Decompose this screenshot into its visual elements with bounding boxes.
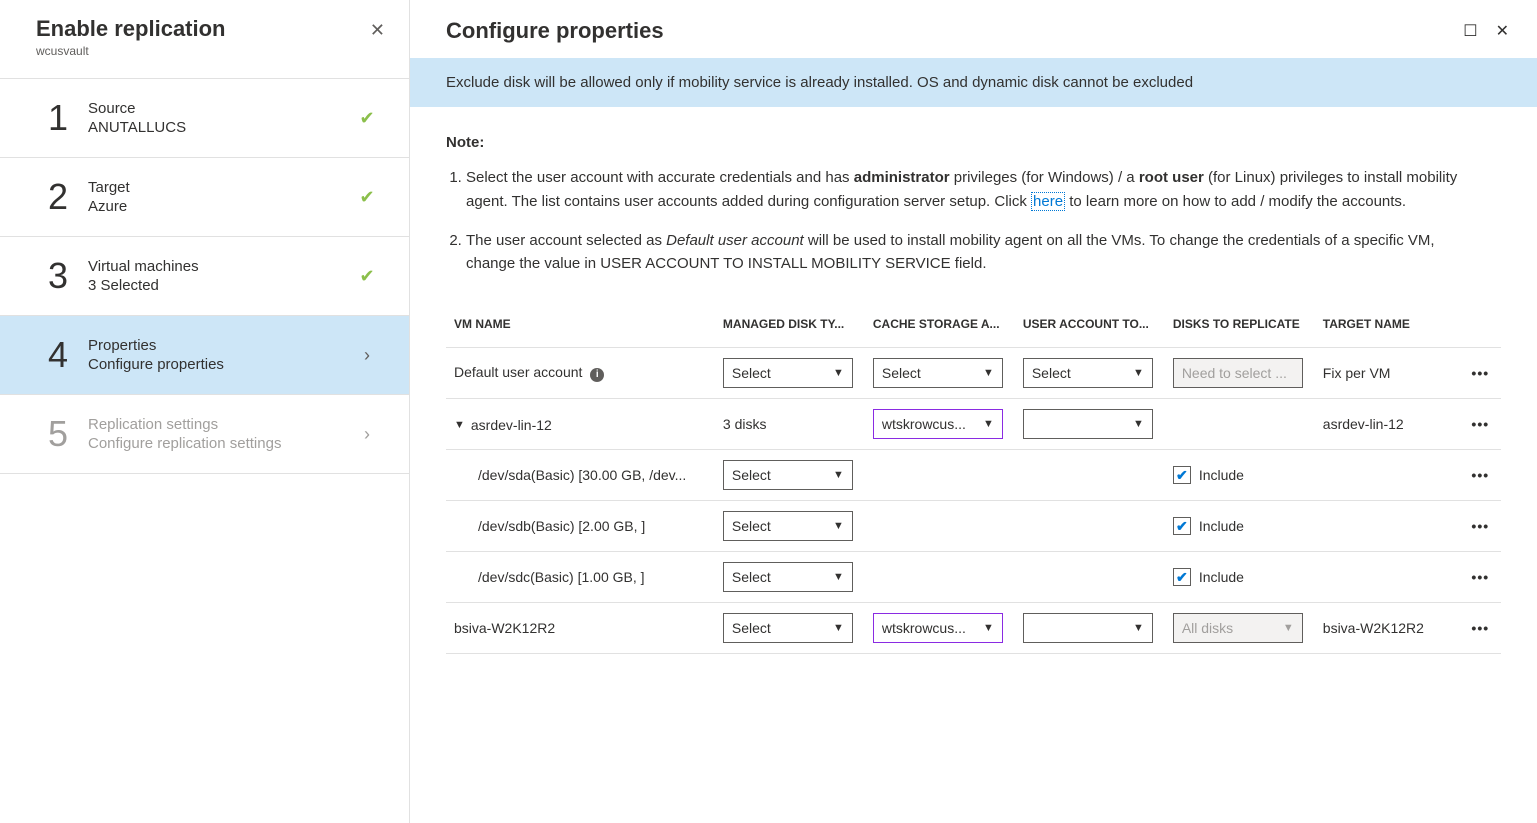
chevron-down-icon: ▼ (1133, 622, 1144, 634)
col-managed-disk-type[interactable]: MANAGED DISK TY... (715, 301, 865, 348)
sdb-include-checkbox[interactable]: ✔Include (1173, 517, 1244, 535)
sdb-managed-disk-select[interactable]: Select▼ (723, 511, 853, 541)
row-disk-sdc: /dev/sdc(Basic) [1.00 GB, ] Select▼ ✔Inc… (446, 552, 1501, 603)
check-icon: ✔ (353, 108, 381, 129)
row-more-button[interactable]: ••• (1460, 501, 1501, 552)
check-icon: ✔ (353, 266, 381, 287)
note-title: Note: (446, 131, 1481, 154)
step-target[interactable]: 2 Target Azure ✔ (0, 157, 409, 236)
chevron-down-icon: ▼ (983, 622, 994, 634)
row-default-user-account: Default user account i Select▼ Select▼ S… (446, 348, 1501, 399)
chevron-right-icon: › (353, 345, 381, 366)
chevron-down-icon: ▼ (833, 367, 844, 379)
properties-table: VM NAME MANAGED DISK TY... CACHE STORAGE… (446, 301, 1501, 654)
col-vm-name[interactable]: VM NAME (446, 301, 715, 348)
col-cache-storage[interactable]: CACHE STORAGE A... (865, 301, 1015, 348)
vm2-cache-select[interactable]: wtskrowcus...▼ (873, 613, 1003, 643)
page-title: Configure properties (446, 18, 664, 44)
row-disk-sdb: /dev/sdb(Basic) [2.00 GB, ] Select▼ ✔Inc… (446, 501, 1501, 552)
step-properties[interactable]: 4 Properties Configure properties › (0, 315, 409, 394)
chevron-down-icon: ▼ (1133, 418, 1144, 430)
wizard-title: Enable replication (36, 16, 226, 42)
chevron-down-icon: ▼ (833, 622, 844, 634)
chevron-down-icon: ▼ (833, 571, 844, 583)
row-more-button[interactable]: ••• (1460, 552, 1501, 603)
vm2-user-account-select[interactable]: ▼ (1023, 613, 1153, 643)
expand-toggle[interactable]: ▼asrdev-lin-12 (454, 417, 552, 433)
sda-managed-disk-select[interactable]: Select▼ (723, 460, 853, 490)
close-icon[interactable]: ✕ (366, 16, 389, 45)
note-block: Note: Select the user account with accur… (410, 107, 1537, 291)
col-target-name[interactable]: TARGET NAME (1315, 301, 1460, 348)
info-banner: Exclude disk will be allowed only if mob… (410, 58, 1537, 107)
triangle-down-icon: ▼ (454, 419, 465, 431)
sdc-managed-disk-select[interactable]: Select▼ (723, 562, 853, 592)
default-cache-select[interactable]: Select▼ (873, 358, 1003, 388)
close-icon[interactable]: ✕ (1496, 21, 1509, 41)
vm1-user-account-select[interactable]: ▼ (1023, 409, 1153, 439)
default-user-account-select[interactable]: Select▼ (1023, 358, 1153, 388)
learn-more-link[interactable]: here (1031, 192, 1065, 211)
vm2-target: bsiva-W2K12R2 (1315, 603, 1460, 654)
row-vm-asrdev-lin-12: ▼asrdev-lin-12 3 disks wtskrowcus...▼ ▼ … (446, 399, 1501, 450)
vm2-managed-disk-select[interactable]: Select▼ (723, 613, 853, 643)
row-more-button[interactable]: ••• (1460, 348, 1501, 399)
note-item-1: Select the user account with accurate cr… (466, 166, 1481, 213)
vm1-target: asrdev-lin-12 (1315, 399, 1460, 450)
row-disk-sda: /dev/sda(Basic) [30.00 GB, /dev... Selec… (446, 450, 1501, 501)
wizard-subtitle: wcusvault (36, 44, 226, 58)
chevron-down-icon: ▼ (983, 367, 994, 379)
check-icon: ✔ (353, 187, 381, 208)
col-user-account[interactable]: USER ACCOUNT TO... (1015, 301, 1165, 348)
chevron-right-icon: › (353, 424, 381, 445)
chevron-down-icon: ▼ (1133, 367, 1144, 379)
chevron-down-icon: ▼ (1283, 622, 1294, 634)
step-source[interactable]: 1 Source ANUTALLUCS ✔ (0, 78, 409, 157)
wizard-sidebar: Enable replication wcusvault ✕ 1 Source … (0, 0, 410, 823)
vm1-cache-select[interactable]: wtskrowcus...▼ (873, 409, 1003, 439)
row-vm-bsiva-w2k12r2: bsiva-W2K12R2 Select▼ wtskrowcus...▼ ▼ A… (446, 603, 1501, 654)
step-replication-settings[interactable]: 5 Replication settings Configure replica… (0, 394, 409, 474)
sdc-include-checkbox[interactable]: ✔Include (1173, 568, 1244, 586)
chevron-down-icon: ▼ (983, 418, 994, 430)
maximize-icon[interactable]: ☐ (1463, 21, 1477, 41)
note-item-2: The user account selected as Default use… (466, 229, 1481, 276)
default-managed-disk-select[interactable]: Select▼ (723, 358, 853, 388)
chevron-down-icon: ▼ (833, 520, 844, 532)
step-virtual-machines[interactable]: 3 Virtual machines 3 Selected ✔ (0, 236, 409, 315)
row-more-button[interactable]: ••• (1460, 399, 1501, 450)
main-panel: Configure properties ☐ ✕ Exclude disk wi… (410, 0, 1537, 823)
row-more-button[interactable]: ••• (1460, 450, 1501, 501)
col-disks-to-replicate[interactable]: DISKS TO REPLICATE (1165, 301, 1315, 348)
row-more-button[interactable]: ••• (1460, 603, 1501, 654)
info-icon[interactable]: i (590, 368, 604, 382)
sda-include-checkbox[interactable]: ✔Include (1173, 466, 1244, 484)
default-disks-select: Need to select ... (1173, 358, 1303, 388)
vm2-disks-select: All disks▼ (1173, 613, 1303, 643)
chevron-down-icon: ▼ (833, 469, 844, 481)
default-target: Fix per VM (1315, 348, 1460, 399)
